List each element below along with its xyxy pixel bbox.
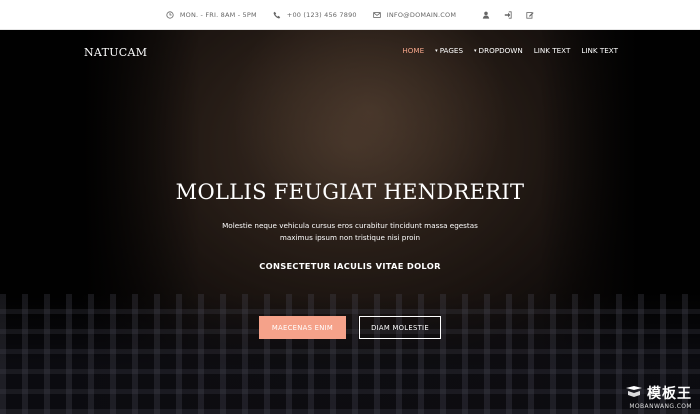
hero-section: NATUCAM HOME ▾ PAGES ▾ DROPDOWN LINK TEX… [0,30,700,414]
top-info-bar: MON. - FRI. 8AM - 5PM +00 (123) 456 7890… [0,0,700,30]
hero-subtitle-line-1: Molestie neque vehicula cursus eros cura… [222,221,478,230]
site-watermark: 模板王 MOBANWANG.COM [625,383,692,410]
main-navbar: NATUCAM HOME ▾ PAGES ▾ DROPDOWN LINK TEX… [0,30,700,74]
nav-item-label: LINK TEXT [533,46,571,55]
envelope-icon [372,11,381,19]
hours-text: MON. - FRI. 8AM - 5PM [179,10,257,19]
nav-item-label: DROPDOWN [478,46,523,55]
nav-menu: HOME ▾ PAGES ▾ DROPDOWN LINK TEXT LINK T… [402,46,618,55]
nav-item-link-text-1[interactable]: LINK TEXT [534,46,571,55]
phone-info: +00 (123) 456 7890 [273,11,357,19]
nav-item-label: LINK TEXT [581,46,618,55]
email-info[interactable]: INFO@DOMAIN.COM [372,11,456,19]
sign-in-icon[interactable] [504,10,512,19]
phone-icon [273,11,281,19]
edit-icon[interactable] [526,11,534,19]
chevron-down-icon: ▾ [435,47,438,54]
clock-icon [166,10,174,19]
hero-subtitle: Molestie neque vehicula cursus eros cura… [200,220,500,244]
maecenas-enim-button[interactable]: MAECENAS ENIM [259,316,346,339]
watermark-url: MOBANWANG.COM [629,403,692,410]
email-text[interactable]: INFO@DOMAIN.COM [387,11,456,19]
nav-item-home[interactable]: HOME [402,46,424,55]
hours-info: MON. - FRI. 8AM - 5PM [166,11,257,19]
brand-logo[interactable]: NATUCAM [84,46,147,59]
user-icon[interactable] [482,11,490,19]
hero-subtitle-line-2: maximus ipsum non tristique nisi proin [279,233,421,242]
phone-text: +00 (123) 456 7890 [286,10,357,19]
nav-item-label: PAGES [439,46,464,55]
nav-item-label: HOME [402,46,425,55]
hero-strapline: CONSECTETUR IACULIS VITAE DOLOR [259,261,441,271]
hero-title: MOLLIS FEUGIAT HENDRERIT [175,180,525,204]
nav-item-link-text-2[interactable]: LINK TEXT [581,46,618,55]
watermark-logo-icon [625,384,643,403]
watermark-logo: 模板王 [647,386,692,402]
diam-molestie-button[interactable]: DIAM MOLESTIE [359,316,441,339]
nav-item-pages[interactable]: ▾ PAGES [435,46,463,55]
chevron-down-icon: ▾ [474,47,477,54]
nav-item-dropdown[interactable]: ▾ DROPDOWN [474,46,523,55]
